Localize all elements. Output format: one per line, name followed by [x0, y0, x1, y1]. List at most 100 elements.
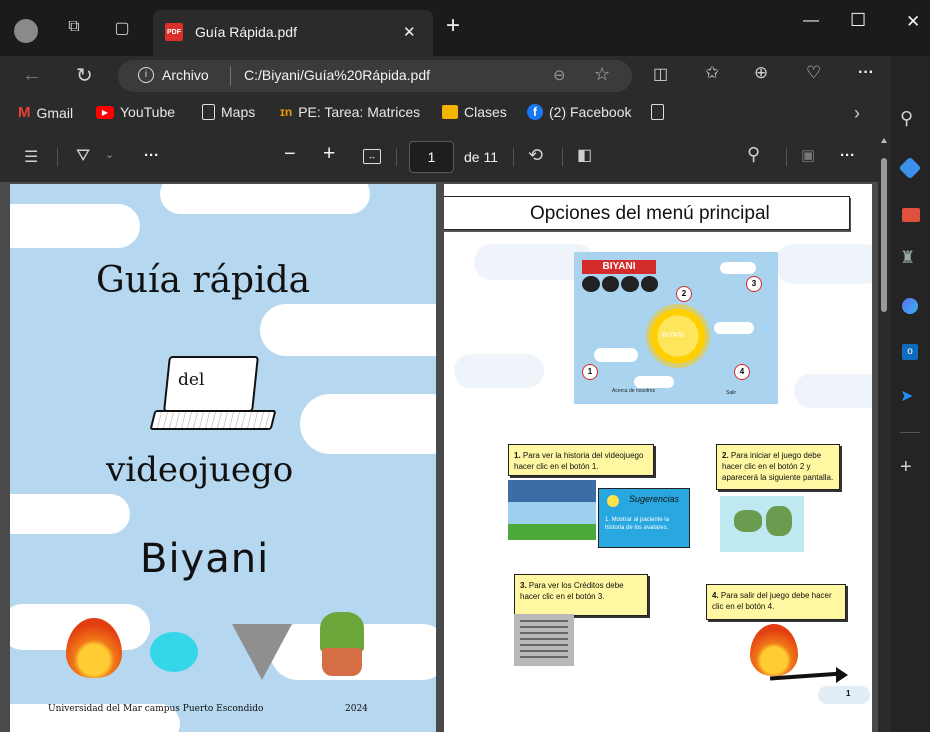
cloud	[300, 394, 436, 454]
toolbar-divider	[57, 148, 58, 166]
browser-essentials-icon[interactable]: ♡	[806, 63, 821, 83]
games-icon[interactable]: ♜	[900, 248, 915, 268]
cloud	[634, 376, 674, 388]
bookmark-page[interactable]	[651, 104, 664, 120]
note-history: 1. Para ver la historia del videojuego h…	[508, 444, 654, 476]
scrollbar-up-icon[interactable]	[881, 138, 887, 143]
favorite-star-icon[interactable]: ☆	[594, 64, 610, 85]
tab-close-icon[interactable]: ✕	[403, 23, 416, 41]
zoom-icon[interactable]: ⊖	[553, 66, 566, 84]
bookmark-label: (2) Facebook	[549, 104, 632, 120]
credits-thumbnail	[514, 614, 574, 666]
cloud	[160, 184, 370, 214]
address-url[interactable]: C:/Biyani/Guía%20Rápida.pdf	[244, 67, 430, 83]
bookmark-gmail[interactable]: M Gmail	[18, 104, 73, 121]
classroom-icon: ɪn	[280, 105, 293, 119]
sugerencias-box: Sugerencias 1. Mostrar al paciente la hi…	[598, 488, 690, 548]
pdf-file-icon: PDF	[165, 23, 183, 41]
sidebar-divider	[900, 432, 920, 433]
toolbar-divider	[396, 148, 397, 166]
cover-title: Guía rápida	[96, 260, 311, 301]
collections-icon[interactable]: ⊕	[754, 63, 768, 83]
note-number: 4.	[712, 591, 719, 600]
bookmark-clases[interactable]: Clases	[442, 104, 507, 120]
water-avatar-icon	[150, 632, 198, 672]
zoom-out-button[interactable]: −	[284, 143, 296, 166]
draw-filter-icon[interactable]: ⛛	[76, 146, 90, 166]
pdf-page-cover: Guía rápida del videojuego Biyani Univer…	[10, 184, 436, 732]
classes-icon	[442, 105, 458, 119]
rotate-icon[interactable]: ⟲	[528, 145, 543, 166]
note-number: 2.	[722, 451, 729, 460]
menu-icons-row	[582, 276, 658, 292]
more-tools-button[interactable]: ···	[144, 147, 159, 164]
cover-university: Universidad del Mar campus Puerto Escond…	[48, 704, 264, 714]
bookmark-youtube[interactable]: ▶ YouTube	[96, 104, 175, 120]
scrollbar[interactable]	[878, 132, 890, 732]
page-number-input[interactable]: 1	[409, 141, 454, 173]
split-screen-icon[interactable]: ◫	[653, 64, 668, 84]
settings-menu-button[interactable]: ···	[858, 64, 874, 82]
address-scheme-label: Archivo	[162, 67, 209, 83]
scrollbar-thumb[interactable]	[881, 158, 887, 312]
history-thumbnail	[508, 480, 596, 540]
page-number-label: 1	[846, 689, 851, 698]
sun-label: BIYANI	[662, 332, 685, 339]
laptop-icon	[146, 356, 277, 434]
maximize-button[interactable]: ☐	[850, 10, 866, 31]
bookmark-facebook[interactable]: f (2) Facebook	[527, 104, 631, 120]
page-view-icon[interactable]: ◧	[577, 145, 592, 165]
outlook-icon[interactable]: o	[902, 344, 918, 360]
back-icon[interactable]: ←	[22, 64, 42, 87]
cover-biyani: Biyani	[140, 536, 270, 582]
page-icon	[202, 104, 215, 120]
note-number: 3.	[520, 581, 527, 590]
zoom-in-button[interactable]: +	[323, 142, 335, 166]
refresh-icon[interactable]: ↻	[76, 63, 93, 88]
add-sidebar-icon[interactable]: +	[900, 456, 912, 479]
tab-pdf[interactable]: PDF Guía Rápida.pdf ✕	[153, 10, 433, 56]
info-icon[interactable]: i	[138, 67, 154, 83]
lightbulb-icon	[607, 495, 619, 507]
cloud	[10, 494, 130, 534]
search-sidebar-icon[interactable]: ⚲	[900, 108, 913, 129]
cloud	[454, 354, 544, 388]
pdf-more-button[interactable]: ···	[840, 147, 855, 164]
profile-avatar[interactable]	[14, 19, 38, 43]
fit-width-icon[interactable]: ↔	[363, 149, 381, 164]
marker-3: 3	[746, 276, 762, 292]
bookmark-tarea[interactable]: ɪn PE: Tarea: Matrices	[280, 104, 420, 120]
cloud	[714, 322, 754, 334]
search-icon[interactable]: ⚲	[747, 144, 760, 165]
bookmark-maps[interactable]: Maps	[202, 104, 255, 120]
cover-videojuego: videojuego	[106, 450, 294, 490]
note-text: Para ver la historia del videojuego hace…	[514, 451, 644, 472]
about-label: Acerca de nosotros	[612, 388, 656, 394]
bookmarks-overflow-icon[interactable]: ›	[854, 103, 860, 124]
bookmark-label: YouTube	[120, 104, 176, 120]
cover-year: 2024	[345, 704, 368, 714]
sugerencias-text: 1. Mostrar al paciente la historia de lo…	[605, 517, 670, 531]
note-credits: 3. Para ver los Créditos debe hacer clic…	[514, 574, 648, 616]
close-window-button[interactable]: ✕	[906, 12, 920, 32]
favorites-icon[interactable]: ✩	[705, 63, 719, 83]
chevron-down-icon[interactable]: ⌄	[105, 148, 114, 161]
minimize-button[interactable]: —	[803, 12, 819, 30]
save-icon[interactable]: ▣	[801, 146, 815, 164]
contents-icon[interactable]: ☰	[24, 147, 38, 167]
sugerencias-title: Sugerencias	[629, 494, 680, 504]
cloud	[774, 244, 872, 284]
new-tab-button[interactable]: +	[446, 12, 460, 40]
copilot-sidebar-icon[interactable]	[902, 298, 918, 314]
gmail-icon: M	[18, 104, 31, 121]
shopping-tag-icon[interactable]	[898, 156, 922, 180]
tools-icon[interactable]	[902, 208, 920, 222]
cover-del: del	[178, 370, 205, 390]
send-icon[interactable]: ➤	[900, 386, 913, 406]
address-bar[interactable]: i Archivo C:/Biyani/Guía%20Rápida.pdf ⊖ …	[118, 60, 632, 92]
next-arrow-head-icon	[836, 667, 848, 683]
tab-title: Guía Rápida.pdf	[195, 24, 297, 40]
workspaces-icon[interactable]: ⧉	[62, 18, 86, 42]
tab-actions-icon[interactable]: ▢	[110, 18, 134, 42]
game-title-banner: BIYANI	[582, 260, 656, 274]
